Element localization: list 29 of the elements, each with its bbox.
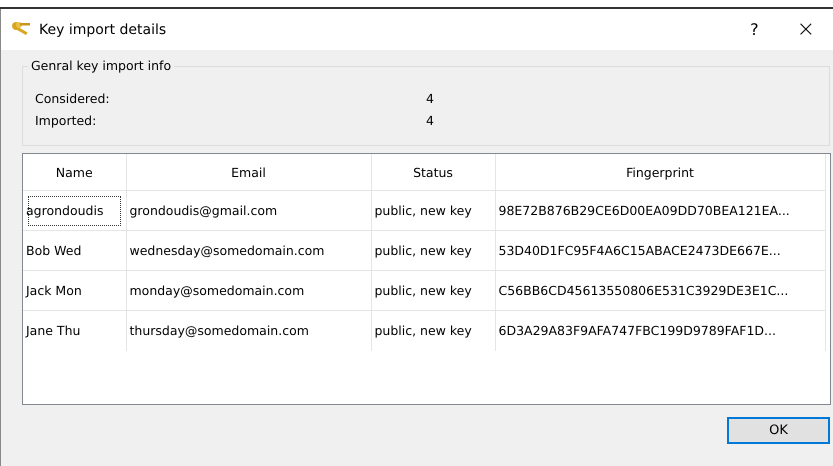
table-cell: public, new key: [371, 310, 495, 350]
window-title: Key import details: [39, 22, 168, 38]
field-value: 4: [426, 112, 435, 128]
field-value: 4: [426, 90, 435, 106]
table-cell: public, new key: [371, 190, 495, 230]
ok-button[interactable]: OK: [727, 417, 830, 444]
table-cell: public, new key: [371, 230, 495, 270]
table-cell: grondoudis@gmail.com: [126, 190, 371, 230]
table-cell: Jack Mon: [23, 270, 126, 310]
table-cell: thursday@somedomain.com: [126, 310, 371, 350]
field-label: Considered:: [35, 90, 111, 106]
table-cell: wednesday@somedomain.com: [126, 230, 371, 270]
table-cell: agrondoudis: [23, 190, 126, 230]
column-header[interactable]: Name: [23, 154, 126, 190]
table-cell: 98E72B876B29CE6D00EA09DD70BEA121EA...: [495, 190, 825, 230]
field-label: Imported:: [35, 112, 98, 128]
table-cell: 53D40D1FC95F4A6C15ABACE2473DE667E...: [495, 230, 825, 270]
table-cell: C56BB6CD45613550806E531C3929DE3E1C...: [495, 270, 825, 310]
table-cell: 6D3A29A83F9AFA747FBC199D9789FAF1D...: [495, 310, 825, 350]
close-button[interactable]: ×: [788, 17, 823, 42]
table-cell: monday@somedomain.com: [126, 270, 371, 310]
table-cell: public, new key: [371, 270, 495, 310]
column-header[interactable]: Status: [371, 154, 495, 190]
table-cell: Bob Wed: [23, 230, 126, 270]
group-title: Genral key import info: [28, 58, 174, 73]
column-header[interactable]: Email: [126, 154, 371, 190]
table-cell: Jane Thu: [23, 310, 126, 350]
column-header[interactable]: Fingerprint: [495, 154, 825, 190]
help-button[interactable]: ?: [742, 20, 767, 39]
